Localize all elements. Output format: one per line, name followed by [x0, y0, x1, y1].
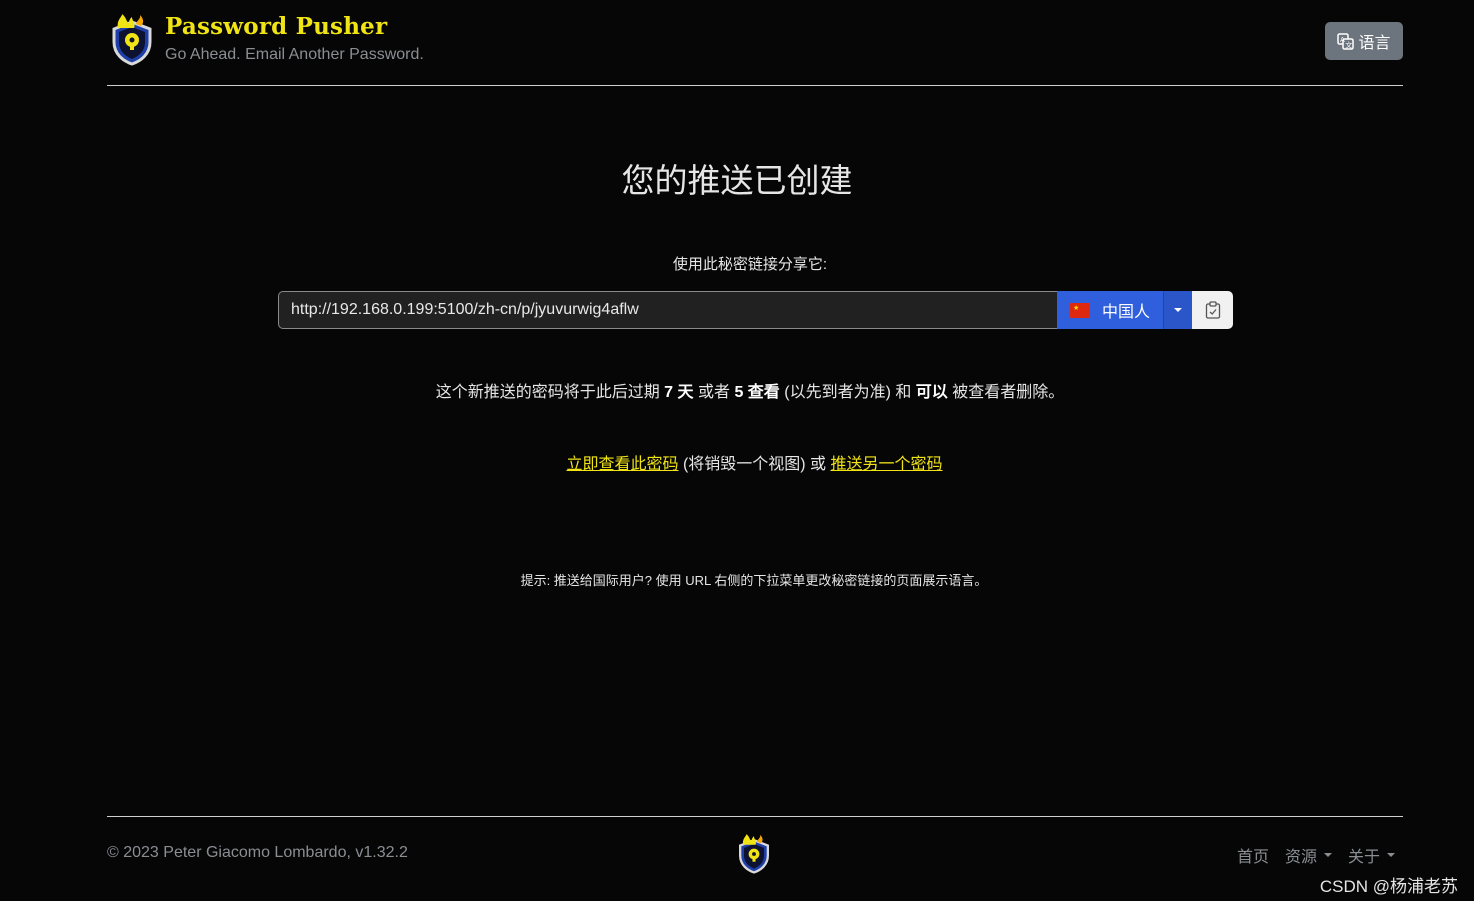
footer-nav: 首页 资源 关于 [1237, 843, 1395, 867]
footer-nav-home-label: 首页 [1236, 849, 1269, 866]
translate-icon: A 文 [1337, 32, 1355, 50]
footer-nav-resources-label: 资源 [1284, 849, 1317, 866]
view-password-now-link[interactable]: 立即查看此密码 [566, 456, 678, 473]
url-language-label: 中国人 [1102, 304, 1151, 321]
page: Password Pusher Go Ahead. Email Another … [0, 0, 1474, 901]
expiration-notice: 这个新推送的密码将于此后过期 7 天 或者 5 查看 (以先到者为准) 和 可以… [0, 378, 1474, 402]
footer-nav-home[interactable]: 首页 [1237, 843, 1269, 867]
hint-text: 提示: 推送给国际用户? 使用 URL 右侧的下拉菜单更改秘密链接的页面展示语言… [520, 573, 988, 588]
brand-title[interactable]: Password Pusher [165, 13, 387, 40]
secret-url-group: ★ 中国人 [278, 291, 1233, 329]
expire-days: 7 天 [664, 384, 694, 401]
actions-middle-text: (将销毁一个视图) 或 [678, 456, 831, 473]
share-label: 使用此秘密链接分享它: [672, 256, 828, 273]
brand-logo-icon[interactable] [110, 14, 154, 66]
push-another-password-link[interactable]: 推送另一个密码 [831, 456, 943, 473]
copyright-text: © 2023 Peter Giacomo Lombardo, v1.32.2 [107, 844, 408, 861]
footer: © 2023 Peter Giacomo Lombardo, v1.32.2 首… [107, 816, 1403, 901]
expire-prefix: 这个新推送的密码将于此后过期 [435, 384, 665, 401]
chevron-down-icon [1323, 853, 1332, 857]
footer-logo-icon[interactable] [736, 834, 772, 874]
expire-suffix1: (以先到者为准) 和 [779, 384, 916, 401]
footer-nav-resources[interactable]: 资源 [1285, 843, 1332, 867]
expire-views: 5 查看 [734, 384, 780, 401]
actions-line: 立即查看此密码 (将销毁一个视图) 或 推送另一个密码 [0, 450, 1474, 474]
expire-can: 可以 [915, 384, 948, 401]
copy-url-button[interactable] [1192, 291, 1233, 329]
header: Password Pusher Go Ahead. Email Another … [107, 0, 1403, 86]
expire-suffix2: 被查看者删除。 [947, 384, 1065, 401]
svg-text:文: 文 [1346, 40, 1353, 49]
clipboard-check-icon [1205, 301, 1220, 319]
chevron-down-icon [1387, 853, 1395, 857]
url-language-dropdown-toggle[interactable] [1163, 291, 1192, 329]
language-button-label: 语言 [1358, 35, 1391, 52]
secret-url-input[interactable] [278, 291, 1057, 329]
url-language-select[interactable]: ★ 中国人 [1057, 291, 1163, 329]
brand-tagline: Go Ahead. Email Another Password. [165, 46, 424, 63]
china-flag-icon: ★ [1070, 302, 1090, 318]
watermark: CSDN @杨浦老苏 [1319, 877, 1458, 896]
footer-nav-about[interactable]: 关于 [1348, 843, 1395, 867]
footer-nav-about-label: 关于 [1347, 849, 1380, 866]
chevron-down-icon [1174, 308, 1182, 312]
language-button[interactable]: A 文 语言 [1325, 22, 1403, 60]
page-title: 您的推送已创建 [621, 162, 853, 199]
expire-middle: 或者 [693, 384, 735, 401]
